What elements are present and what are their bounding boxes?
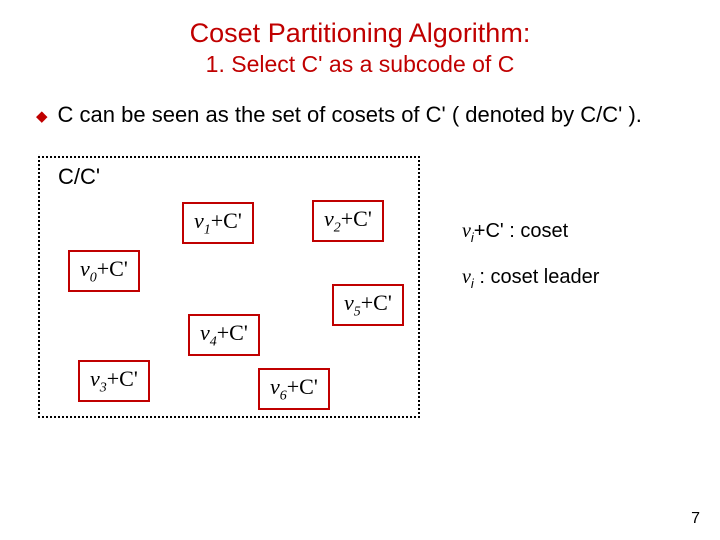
coset-v2: v2+C' (312, 200, 384, 242)
var-v: v (462, 220, 471, 242)
coset-v1: v1+C' (182, 202, 254, 244)
var-v: v (270, 374, 280, 399)
var-v: v (462, 266, 471, 288)
coset-suffix: +C' (211, 208, 242, 233)
coset-v4: v4+C' (188, 314, 260, 356)
coset-suffix: +C' (97, 256, 128, 281)
sub-1: 1 (204, 222, 211, 237)
coset-v6: v6+C' (258, 368, 330, 410)
var-v: v (324, 206, 334, 231)
sub-6: 6 (280, 388, 287, 403)
coset-suffix: +C' (287, 374, 318, 399)
coset-v0: v0+C' (68, 250, 140, 292)
sub-5: 5 (354, 304, 361, 319)
sub-4: 4 (210, 334, 217, 349)
var-v: v (200, 320, 210, 345)
slide-subtitle: 1. Select C' as a subcode of C (30, 51, 690, 78)
bullet-item: ◆ C can be seen as the set of cosets of … (36, 100, 684, 130)
legend-leader-text: : coset leader (474, 266, 600, 288)
bullet-diamond-icon: ◆ (36, 107, 48, 125)
diagram-area: C/C' v0+C' v1+C' v2+C' v3+C' v4+C' v5+C'… (30, 148, 690, 438)
bullet-text: C can be seen as the set of cosets of C'… (58, 100, 642, 130)
coset-container-box: C/C' v0+C' v1+C' v2+C' v3+C' v4+C' v5+C'… (38, 156, 420, 418)
var-v: v (194, 208, 204, 233)
coset-suffix: +C' (341, 206, 372, 231)
coset-v5: v5+C' (332, 284, 404, 326)
sub-0: 0 (90, 270, 97, 285)
slide-title: Coset Partitioning Algorithm: (30, 18, 690, 49)
var-v: v (344, 290, 354, 315)
coset-suffix: +C' (107, 366, 138, 391)
legend-coset-text: +C' : coset (474, 220, 568, 242)
sub-2: 2 (334, 220, 341, 235)
sub-3: 3 (100, 380, 107, 395)
legend-leader: vi : coset leader (462, 266, 599, 291)
legend-coset: vi+C' : coset (462, 220, 568, 245)
var-v: v (80, 256, 90, 281)
coset-v3: v3+C' (78, 360, 150, 402)
cc-label: C/C' (58, 164, 100, 190)
coset-suffix: +C' (217, 320, 248, 345)
coset-suffix: +C' (361, 290, 392, 315)
var-v: v (90, 366, 100, 391)
page-number: 7 (691, 510, 700, 528)
